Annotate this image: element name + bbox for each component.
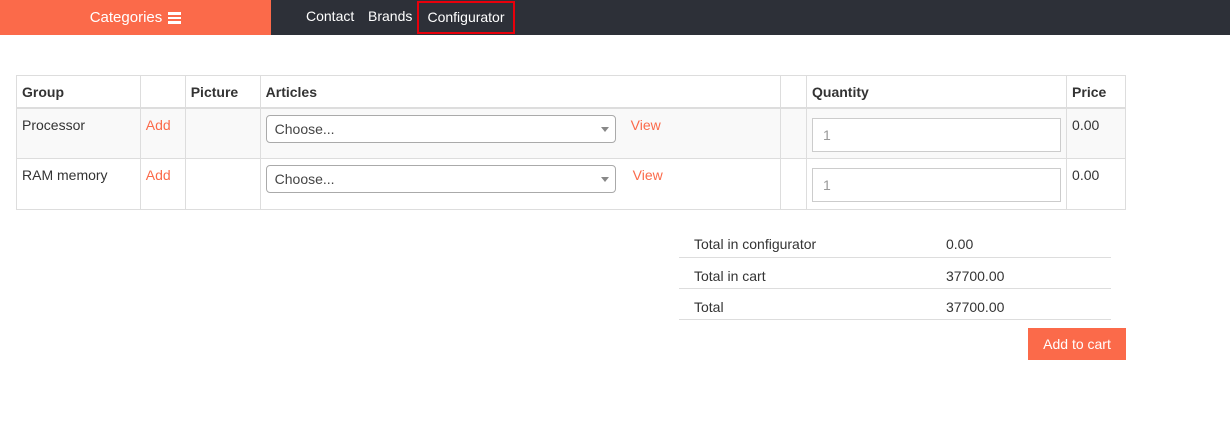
column-header-quantity: Quantity — [806, 75, 1068, 109]
article-select[interactable]: Choose... — [265, 165, 616, 193]
price-cell: 0.00 — [1066, 107, 1126, 159]
table-header-row: Group Picture Articles Quantity Price — [16, 75, 1126, 109]
picture-cell — [184, 107, 261, 159]
totals-table: Total in configurator 0.00 Total in cart… — [679, 226, 1111, 320]
column-header-add — [139, 75, 186, 109]
totals-row: Total in cart 37700.00 — [679, 257, 1111, 289]
total-configurator-label: Total in configurator — [679, 226, 931, 258]
dropdown-arrow-icon — [600, 126, 609, 132]
column-header-picture: Picture — [184, 75, 261, 109]
total-cart-label: Total in cart — [679, 257, 931, 289]
column-header-group: Group — [16, 75, 141, 109]
nav-configurator-link[interactable]: Configurator — [417, 1, 515, 34]
view-link[interactable]: View — [633, 167, 663, 183]
column-header-blank — [780, 75, 808, 109]
configurator-table: Group Picture Articles Quantity Price Pr… — [16, 75, 1126, 210]
blank-cell — [780, 158, 808, 210]
add-link[interactable]: Add — [146, 117, 171, 133]
picture-cell — [184, 158, 261, 210]
table-row: Processor Add Choose... View 1 0.00 — [16, 107, 1126, 159]
add-link[interactable]: Add — [146, 167, 171, 183]
article-select-value: Choose... — [274, 120, 335, 137]
column-header-price: Price — [1066, 75, 1126, 109]
categories-label: Categories — [89, 9, 163, 26]
grand-total-value: 37700.00 — [931, 288, 1111, 320]
total-configurator-value: 0.00 — [931, 226, 1111, 258]
top-navbar: Categories Contact Brands Configurator — [0, 0, 1230, 35]
view-link[interactable]: View — [631, 117, 661, 133]
quantity-input[interactable]: 1 — [812, 117, 1062, 152]
column-header-articles: Articles — [259, 75, 782, 109]
hamburger-icon — [168, 12, 182, 24]
totals-row: Total in configurator 0.00 — [679, 226, 1111, 258]
nav-brands-link[interactable]: Brands — [368, 0, 412, 35]
article-select[interactable]: Choose... — [265, 114, 616, 143]
add-to-cart-button[interactable]: Add to cart — [1028, 328, 1126, 360]
categories-menu-button[interactable]: Categories — [0, 0, 271, 35]
table-row: RAM memory Add Choose... View 1 0.00 — [16, 158, 1126, 210]
quantity-input[interactable]: 1 — [812, 168, 1062, 202]
grand-total-label: Total — [679, 288, 931, 320]
article-select-value: Choose... — [274, 171, 335, 187]
price-cell: 0.00 — [1066, 158, 1126, 210]
nav-contact-link[interactable]: Contact — [306, 0, 354, 35]
group-cell: Processor — [16, 107, 141, 159]
group-cell: RAM memory — [16, 158, 141, 210]
total-cart-value: 37700.00 — [931, 257, 1111, 289]
dropdown-arrow-icon — [600, 177, 609, 182]
totals-row: Total 37700.00 — [679, 288, 1111, 320]
blank-cell — [780, 107, 808, 159]
